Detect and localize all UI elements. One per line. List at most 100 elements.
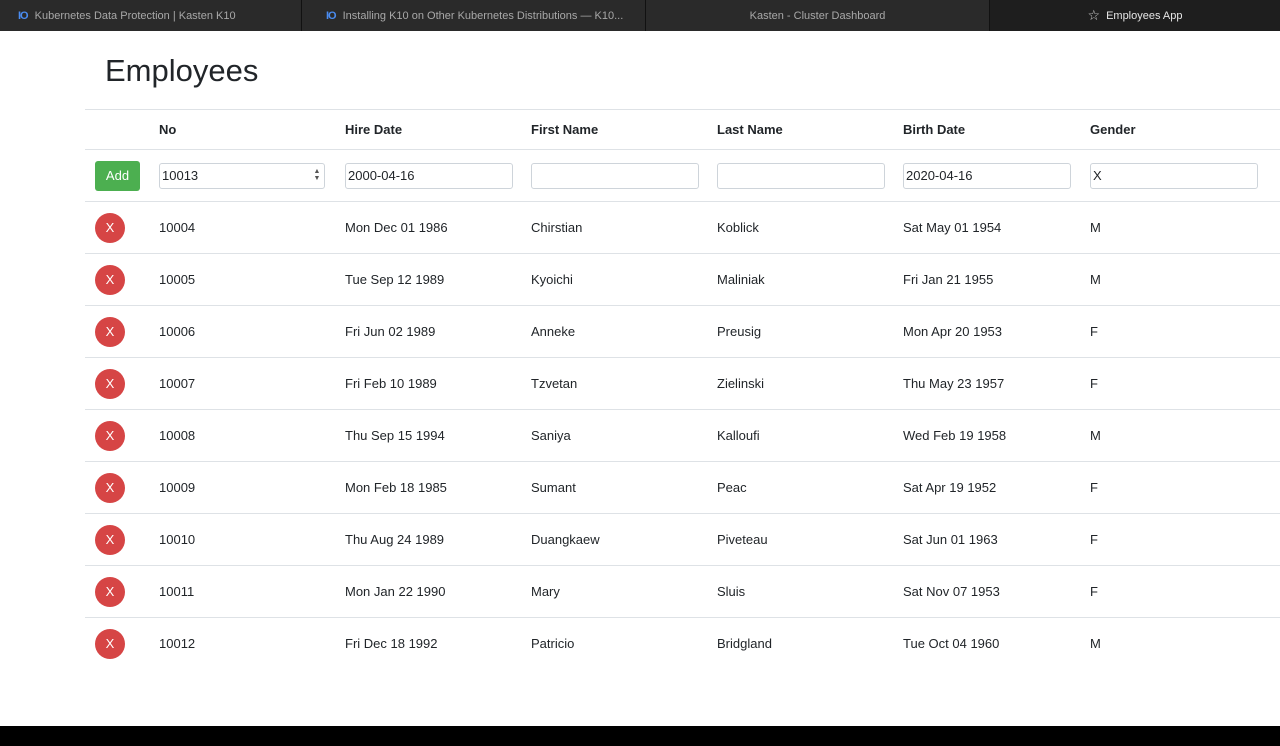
gender-cell: F (1090, 532, 1098, 547)
hire-date-cell: Mon Jan 22 1990 (345, 584, 446, 599)
delete-cell: X (95, 618, 150, 669)
delete-cell: X (95, 462, 150, 513)
delete-button[interactable]: X (95, 628, 125, 659)
header-first-name: First Name (531, 122, 599, 137)
first-name-cell: Tzvetan (531, 376, 578, 391)
header-birth-date: Birth Date (903, 122, 966, 137)
table-row: X 10008 Thu Sep 15 1994 Saniya Kalloufi Wed F… (85, 409, 1280, 461)
hire-date-cell: Thu Sep 15 1994 (345, 428, 445, 443)
stepper-arrows-icon[interactable]: ▲ ▼ (313, 168, 321, 184)
hire-date-cell (345, 150, 515, 201)
gender-cell: F (1090, 584, 1098, 599)
first-name-cell: Saniya (531, 428, 571, 443)
add-cell: Add (95, 150, 150, 201)
tab-employees-app[interactable]: ☆ Employees App (990, 0, 1280, 31)
io-icon: IO (326, 9, 337, 22)
add-employee-row: Add ▲▼ (85, 149, 1280, 201)
no-cell: ▲▼ (159, 150, 329, 201)
employee-rows: X 10004 Mon Dec 01 1986 Chirstian Koblick Sat… (85, 201, 1280, 669)
header-no: No (159, 122, 177, 137)
hire-date-cell: Fri Dec 18 1992 (345, 636, 438, 651)
birth-date-cell: Sat Jun 01 1963 (903, 532, 998, 547)
hire-date-input[interactable] (345, 162, 513, 189)
delete-button[interactable]: X (95, 212, 125, 243)
tab-label: Employees App (1106, 9, 1183, 22)
delete-cell: X (95, 306, 150, 357)
gender-input[interactable] (1090, 162, 1258, 189)
no-cell: 10005 (159, 272, 196, 287)
page-content: Employees No Hire Date First Name Last N… (0, 31, 1280, 726)
delete-button[interactable]: X (95, 316, 125, 347)
first-name-input[interactable] (531, 162, 699, 189)
first-name-cell: Sumant (531, 480, 576, 495)
gender-cell: F (1090, 324, 1098, 339)
delete-button[interactable]: X (95, 368, 125, 399)
gender-cell: M (1090, 428, 1101, 443)
delete-button[interactable]: X (95, 472, 125, 503)
first-name-cell: Chirstian (531, 220, 583, 235)
birth-date-cell (903, 150, 1073, 201)
first-name-cell: Mary (531, 584, 560, 599)
tab-label: Kubernetes Data Protection | Kasten K10 (34, 9, 236, 22)
gender-cell: M (1090, 220, 1101, 235)
delete-button[interactable]: X (95, 264, 125, 295)
no-input[interactable] (159, 162, 325, 189)
last-name-cell: Piveteau (717, 532, 768, 547)
hire-date-cell: Fri Jun 02 1989 (345, 324, 436, 339)
first-name-cell: Anneke (531, 324, 576, 339)
gender-cell: F (1090, 480, 1098, 495)
delete-cell: X (95, 410, 150, 461)
page-title: Employees (105, 53, 259, 88)
tab-kasten-k10[interactable]: IO Kubernetes Data Protection | Kasten K… (0, 0, 302, 31)
last-name-cell: Koblick (717, 220, 759, 235)
no-cell: 10006 (159, 324, 196, 339)
last-name-cell: Preusig (717, 324, 762, 339)
no-cell: 10011 (159, 584, 195, 599)
no-cell: 10012 (159, 636, 196, 651)
birth-date-cell: Thu May 23 1957 (903, 376, 1005, 391)
header-gender: Gender (1090, 122, 1136, 137)
tab-label: Installing K10 on Other Kubernetes Distr… (342, 9, 624, 22)
tab-cluster-dashboard[interactable]: Kasten - Cluster Dashboard (646, 0, 990, 31)
delete-cell: X (95, 202, 150, 253)
birth-date-cell: Mon Apr 20 1953 (903, 324, 1003, 339)
browser-tab-bar: IO Kubernetes Data Protection | Kasten K… (0, 0, 1280, 31)
last-name-input[interactable] (717, 162, 885, 189)
no-cell: 10007 (159, 376, 196, 391)
delete-button[interactable]: X (95, 420, 125, 451)
first-name-cell (531, 150, 701, 201)
hire-date-cell: Tue Sep 12 1989 (345, 272, 445, 287)
no-cell: 10008 (159, 428, 196, 443)
delete-button[interactable]: X (95, 576, 125, 607)
birth-date-input[interactable] (903, 162, 1071, 189)
first-name-cell: Kyoichi (531, 272, 573, 287)
header-last-name: Last Name (717, 122, 783, 137)
birth-date-cell: Sat May 01 1954 (903, 220, 1002, 235)
tab-label: Kasten - Cluster Dashboard (749, 9, 886, 22)
first-name-cell: Patricio (531, 636, 575, 651)
add-button[interactable]: Add (95, 160, 140, 191)
last-name-cell (717, 150, 887, 201)
table-row: X 10009 Mon Feb 18 1985 Sumant Peac Sat Apr 1… (85, 461, 1280, 513)
last-name-cell: Peac (717, 480, 747, 495)
first-name-cell: Duangkaew (531, 532, 600, 547)
delete-cell: X (95, 514, 150, 565)
io-icon: IO (18, 9, 29, 22)
last-name-cell: Maliniak (717, 272, 765, 287)
table-row: X 10004 Mon Dec 01 1986 Chirstian Koblick Sat… (85, 201, 1280, 253)
birth-date-cell: Sat Nov 07 1953 (903, 584, 1000, 599)
no-stepper: ▲▼ (159, 162, 325, 189)
delete-button[interactable]: X (95, 524, 125, 555)
delete-cell: X (95, 254, 150, 305)
last-name-cell: Sluis (717, 584, 746, 599)
gender-cell: M (1090, 272, 1101, 287)
tab-installing-k10[interactable]: IO Installing K10 on Other Kubernetes Di… (302, 0, 646, 31)
table-row: X 10010 Thu Aug 24 1989 Duangkaew Piveteau Sa… (85, 513, 1280, 565)
birth-date-cell: Tue Oct 04 1960 (903, 636, 1000, 651)
gender-cell: M (1090, 636, 1101, 651)
table-row: X 10005 Tue Sep 12 1989 Kyoichi Maliniak Fri … (85, 253, 1280, 305)
last-name-cell: Bridgland (717, 636, 772, 651)
no-cell: 10009 (159, 480, 196, 495)
no-cell: 10010 (159, 532, 196, 547)
last-name-cell: Zielinski (717, 376, 764, 391)
